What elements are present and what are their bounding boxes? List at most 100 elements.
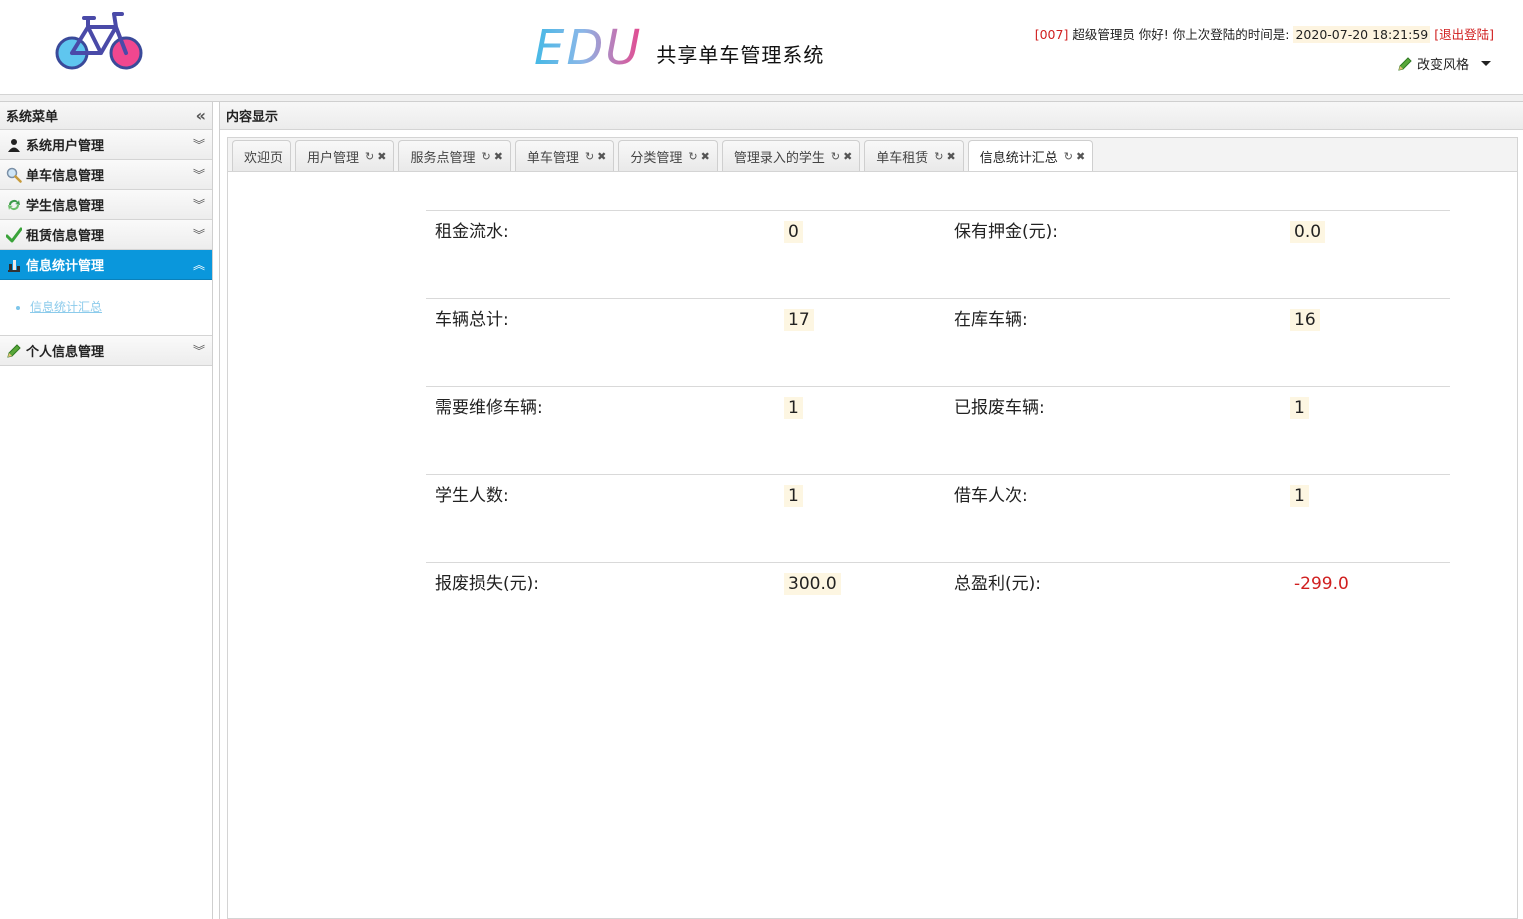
tab-user-management[interactable]: 用户管理 ↻ ✖ bbox=[295, 140, 395, 171]
stat-value: 0.0 bbox=[1290, 221, 1326, 243]
change-style-button[interactable]: 改变风格 bbox=[1397, 54, 1491, 73]
close-icon[interactable]: ✖ bbox=[701, 150, 710, 163]
logout-link[interactable]: [退出登陆] bbox=[1434, 27, 1494, 42]
stat-label: 借车人次: bbox=[954, 486, 1028, 506]
menu-system-users[interactable]: 系统用户管理 ︾ bbox=[0, 130, 212, 160]
close-icon[interactable]: ✖ bbox=[597, 150, 606, 163]
tab-category-management[interactable]: 分类管理 ↻ ✖ bbox=[618, 140, 718, 171]
total-profit-value: -299.0 bbox=[1294, 574, 1349, 594]
last-login-time: 2020-07-20 18:21:59 bbox=[1293, 26, 1431, 43]
stat-value: 0 bbox=[784, 221, 803, 243]
tab-students[interactable]: 管理录入的学生 ↻ ✖ bbox=[721, 140, 861, 171]
menu-label: 系统用户管理 bbox=[26, 139, 105, 154]
expand-chevron-icon[interactable]: ︾ bbox=[193, 229, 205, 241]
check-icon bbox=[6, 227, 22, 243]
sidebar-header: 系统菜单 « bbox=[0, 102, 212, 130]
brand-system-name: 共享单车管理系统 bbox=[656, 43, 825, 67]
menu-personal-info[interactable]: 个人信息管理 ︾ bbox=[0, 336, 212, 366]
menu-student-info[interactable]: 学生信息管理 ︾ bbox=[0, 190, 212, 220]
expand-chevron-icon[interactable]: ︾ bbox=[193, 139, 205, 151]
chart-icon bbox=[6, 257, 22, 273]
user-info: [007] 超级管理员 你好! 你上次登陆的时间是: 2020-07-20 18… bbox=[1035, 24, 1494, 43]
stat-label: 在库车辆: bbox=[954, 310, 1028, 330]
refresh-icon[interactable]: ↻ bbox=[585, 150, 594, 163]
expand-chevron-icon[interactable]: ︾ bbox=[193, 345, 205, 357]
user-greeting: 超级管理员 你好! 你上次登陆的时间是: bbox=[1072, 27, 1290, 42]
stat-value: 1 bbox=[784, 485, 803, 507]
search-icon bbox=[6, 167, 22, 183]
stats-row: 报废损失(元): 300.0 总盈利(元): -299.0 bbox=[426, 562, 1450, 650]
content-area: 内容显示 欢迎页 用户管理 ↻ ✖ 服务点管理 ↻ ✖ 单车管理 ↻ ✖ 分类管理 ↻… bbox=[219, 102, 1523, 919]
refresh-icon[interactable]: ↻ bbox=[831, 150, 840, 163]
chevron-down-icon bbox=[1481, 61, 1491, 66]
menu-bike-info[interactable]: 单车信息管理 ︾ bbox=[0, 160, 212, 190]
stat-label: 保有押金(元): bbox=[954, 222, 1058, 242]
stat-value: 1 bbox=[784, 397, 803, 419]
tab-label: 服务点管理 bbox=[410, 150, 476, 166]
tab-bike-management[interactable]: 单车管理 ↻ ✖ bbox=[514, 140, 615, 171]
tab-stats-summary[interactable]: 信息统计汇总 ↻ ✖ bbox=[967, 140, 1094, 172]
header: EDU 共享单车管理系统 [007] 超级管理员 你好! 你上次登陆的时间是: … bbox=[0, 0, 1523, 95]
tab-label: 欢迎页 bbox=[244, 150, 284, 166]
pencil-icon bbox=[6, 343, 22, 359]
refresh-icon[interactable]: ↻ bbox=[1064, 150, 1073, 163]
tab-label: 单车管理 bbox=[526, 150, 579, 166]
tab-bike-rental[interactable]: 单车租赁 ↻ ✖ bbox=[864, 140, 964, 171]
stat-value: 16 bbox=[1290, 309, 1320, 331]
menu-label: 学生信息管理 bbox=[26, 199, 105, 214]
stats-row: 学生人数: 1 借车人次: 1 bbox=[426, 474, 1450, 562]
expand-chevron-icon[interactable]: ︾ bbox=[193, 169, 205, 181]
close-icon[interactable]: ✖ bbox=[843, 150, 852, 163]
statistics-submenu: 信息统计汇总 bbox=[0, 280, 212, 336]
tab-service-points[interactable]: 服务点管理 ↻ ✖ bbox=[398, 140, 511, 171]
refresh-icon[interactable]: ↻ bbox=[688, 150, 697, 163]
collapse-sidebar-icon[interactable]: « bbox=[196, 106, 206, 125]
tab-welcome[interactable]: 欢迎页 bbox=[232, 140, 292, 171]
change-style-label: 改变风格 bbox=[1416, 58, 1469, 73]
stat-label: 报废损失(元): bbox=[435, 574, 539, 594]
tab-label: 管理录入的学生 bbox=[733, 150, 825, 166]
stat-label: 学生人数: bbox=[435, 486, 509, 506]
tab-list: 欢迎页 用户管理 ↻ ✖ 服务点管理 ↻ ✖ 单车管理 ↻ ✖ 分类管理 ↻ ✖ 管理录… bbox=[232, 140, 1094, 172]
bicycle-logo-icon bbox=[55, 12, 143, 70]
menu-rental-info[interactable]: 租赁信息管理 ︾ bbox=[0, 220, 212, 250]
close-icon[interactable]: ✖ bbox=[494, 150, 503, 163]
stat-label: 需要维修车辆: bbox=[435, 398, 543, 418]
tab-label: 单车租赁 bbox=[876, 150, 929, 166]
stats-table: 租金流水: 0 保有押金(元): 0.0 车辆总计: 17 在库车辆: 16 需… bbox=[426, 210, 1450, 650]
close-icon[interactable]: ✖ bbox=[377, 150, 386, 163]
submenu-link-stats-summary[interactable]: 信息统计汇总 bbox=[30, 300, 102, 314]
refresh-icon[interactable]: ↻ bbox=[481, 150, 490, 163]
stat-label: 总盈利(元): bbox=[954, 574, 1041, 594]
stat-label: 已报废车辆: bbox=[954, 398, 1045, 418]
stat-value: 300.0 bbox=[784, 573, 841, 595]
menu-label: 个人信息管理 bbox=[26, 345, 105, 360]
brand-title: EDU 共享单车管理系统 bbox=[534, 16, 824, 76]
menu-label: 租赁信息管理 bbox=[26, 229, 105, 244]
tab-label: 分类管理 bbox=[630, 150, 683, 166]
user-id: [007] bbox=[1034, 27, 1069, 42]
expand-chevron-icon[interactable]: ︾ bbox=[193, 199, 205, 211]
close-icon[interactable]: ✖ bbox=[947, 150, 956, 163]
stats-row: 租金流水: 0 保有押金(元): 0.0 bbox=[426, 210, 1450, 298]
submenu-item: 信息统计汇总 bbox=[30, 298, 212, 315]
tab-panel: 租金流水: 0 保有押金(元): 0.0 车辆总计: 17 在库车辆: 16 需… bbox=[227, 171, 1518, 919]
stat-value: 1 bbox=[1290, 397, 1309, 419]
content-title: 内容显示 bbox=[226, 110, 279, 125]
stats-row: 车辆总计: 17 在库车辆: 16 bbox=[426, 298, 1450, 386]
tab-label: 信息统计汇总 bbox=[979, 150, 1058, 166]
menu-statistics[interactable]: 信息统计管理 ︽ bbox=[0, 250, 212, 280]
close-icon[interactable]: ✖ bbox=[1076, 150, 1085, 163]
collapse-chevron-icon[interactable]: ︽ bbox=[193, 259, 205, 271]
refresh-icon[interactable]: ↻ bbox=[365, 150, 374, 163]
user-icon bbox=[6, 137, 22, 153]
refresh-icon[interactable]: ↻ bbox=[934, 150, 943, 163]
header-divider bbox=[0, 95, 1523, 102]
stat-label: 租金流水: bbox=[435, 222, 509, 242]
stats-row: 需要维修车辆: 1 已报废车辆: 1 bbox=[426, 386, 1450, 474]
recycle-icon bbox=[6, 197, 22, 213]
menu-label: 信息统计管理 bbox=[26, 259, 105, 274]
tab-bar: 欢迎页 用户管理 ↻ ✖ 服务点管理 ↻ ✖ 单车管理 ↻ ✖ 分类管理 ↻ ✖ 管理录… bbox=[227, 137, 1518, 172]
tab-label: 用户管理 bbox=[307, 150, 360, 166]
menu-label: 单车信息管理 bbox=[26, 169, 105, 184]
